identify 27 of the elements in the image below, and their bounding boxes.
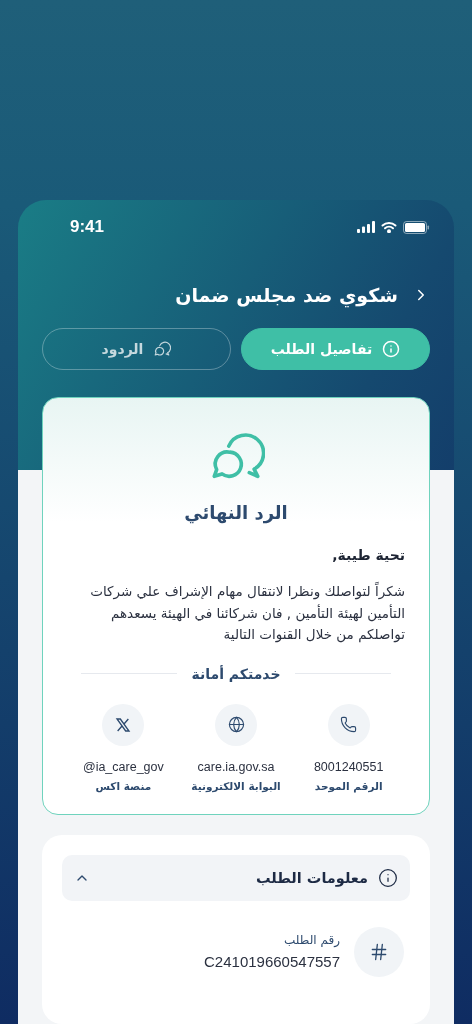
info-icon [378,867,398,888]
tab[interactable]: تفاصيل الطلب [241,328,430,370]
status-time: 9:41 [70,217,105,237]
channel-label: منصة اكس [95,779,152,792]
card-title: الرد النهائي [184,502,288,523]
signal-icon [357,221,375,233]
wifi-icon [381,221,397,233]
channel-icon-circle[interactable] [215,703,257,746]
channel-label: الرقم الموحد [314,779,383,792]
greeting-text: تحية طيبة, [331,547,405,563]
channel-value: care.ia.gov.sa [197,759,275,774]
page-title: شكوي ضد مجلس ضمان [175,284,398,306]
channel-value: @ia_care_gov [82,759,164,774]
phone-icon [340,716,358,734]
x-logo-icon [115,716,132,733]
field-value: C241019660547557 [204,953,340,971]
info-icon [382,340,401,358]
channel-label: البوابة الالكترونية [191,779,281,792]
section-header[interactable]: معلومات الطلب [62,854,410,901]
reply-text: شكراً لتواصلك ونظرا لانتقال مهام الإشراف علي شركات التأمين لهيئة التأمين , فان شركائنا في الهيئة يسعدهم تواصلكم من خلال القنوات التالية [89,581,405,645]
globe-icon [227,716,245,734]
field-label: رقم الطلب [283,933,340,948]
section-heading: خدمتكم أمانة [191,665,281,682]
hash-icon [369,941,389,962]
chat-bubbles-icon [153,340,172,358]
channel-value: 8001240551 [313,759,384,774]
battery-icon [403,220,430,234]
